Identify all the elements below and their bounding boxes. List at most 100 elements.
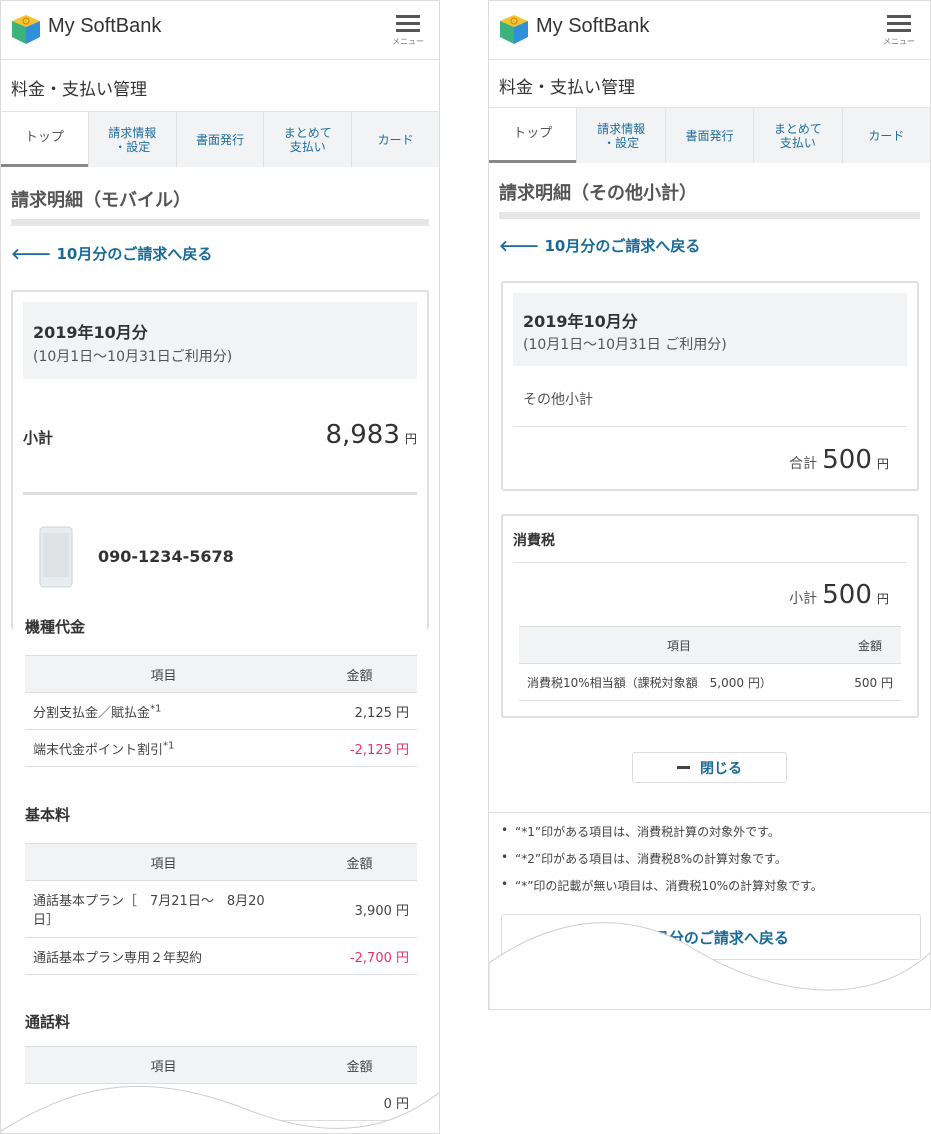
softbank-logo-icon [12, 15, 40, 44]
softbank-logo-icon [500, 15, 528, 44]
col-item: 項目 [25, 655, 302, 693]
menu-button[interactable]: メニュー [882, 11, 916, 47]
period-range: (10月1日～10月31日 ご利用分) [523, 337, 727, 353]
page-title: 請求明細（モバイル） [11, 190, 191, 211]
item-label: 通話基本プラン［ 7月21日～ 8月20日］ [33, 894, 265, 928]
tax-amount: 500 円 [839, 663, 901, 701]
tab-card[interactable]: カード [841, 108, 930, 163]
table-row: 通話基本プラン［ 7月21日～ 8月20日］ 3,900 円 [25, 880, 417, 938]
menu-button[interactable]: メニュー [391, 11, 425, 47]
phone-number: 090-1234-5678 [98, 547, 234, 566]
tab-documents[interactable]: 書面発行 [664, 108, 753, 163]
yen-unit: 円 [876, 592, 889, 606]
tab-combined-payment[interactable]: まとめて 支払い [263, 112, 351, 167]
section-title: 料金・支払い管理 [11, 80, 147, 100]
tab-top[interactable]: トップ [1, 112, 88, 167]
charge-amount: 2,125 円 [302, 692, 417, 730]
note-item: “*2”印がある項目は、消費税8%の計算対象です。 [499, 850, 823, 867]
subtotal-value: 8,983 円 [325, 420, 417, 450]
yen-unit: 円 [876, 457, 889, 471]
tab-bar: トップ 請求情報 ・設定 書面発行 まとめて 支払い カード [489, 107, 930, 163]
charge-section: 基本料 項目 金額 通話基本プラン［ 7月21日～ 8月20日］ 3,900 円通話基… [25, 804, 417, 975]
tab-billing-settings[interactable]: 請求情報 ・設定 [87, 112, 176, 167]
footnote-mark: *1 [150, 703, 162, 715]
item-label: 分割支払金／賦払金 [33, 705, 151, 721]
header-divider [1, 59, 439, 60]
col-amount: 金額 [302, 655, 417, 693]
notes-list: “*1”印がある項目は、消費税計算の対象外です。 “*2”印がある項目は、消費税… [499, 823, 823, 904]
tab-top[interactable]: トップ [489, 108, 577, 163]
bill-card: 2019年10月分 (10月1日～10月31日ご利用分) 小計 8,983 円 … [11, 290, 429, 630]
charge-table: 項目 金額 通話基本プラン［ 7月21日～ 8月20日］ 3,900 円通話基本プラン… [25, 843, 417, 975]
subtotal-amount: 8,983 [325, 420, 400, 450]
table-row: 消費税10%相当額（課税対象額 5,000 円） 500 円 [519, 663, 901, 701]
charge-amount: 3,900 円 [302, 880, 417, 938]
charge-item: 分割支払金／賦払金*1 [25, 692, 302, 730]
right-screen: My SoftBank メニュー 料金・支払い管理 トップ 請求情報 ・設定 書… [488, 0, 931, 1010]
minus-icon [677, 766, 690, 769]
item-label: 端末代金ポイント割引 [33, 742, 164, 758]
tax-subtotal-label: 小計 [789, 591, 818, 607]
period-box: 2019年10月分 (10月1日～10月31日 ご利用分) [513, 293, 907, 366]
table-row: 通話基本プラン専用２年契約 -2,700 円 [25, 937, 417, 975]
section-heading: 機種代金 [25, 618, 86, 636]
other-subtotal-label: その他小計 [523, 392, 593, 408]
tax-subtotal-amount: 500 [822, 580, 872, 610]
footnote-mark: *1 [163, 740, 175, 752]
arrow-left-icon: 🡐 [11, 245, 52, 263]
arrow-left-icon: 🡐 [499, 237, 540, 255]
section-heading: 基本料 [25, 806, 71, 824]
app-brand: My SoftBank [536, 15, 650, 37]
charge-section: 機種代金 項目 金額 分割支払金／賦払金*1 2,125 円端末代金ポイント割引*1-… [25, 616, 417, 767]
charge-item: 通話基本プラン専用２年契約 [25, 937, 302, 975]
page-cut-wave [489, 922, 930, 1009]
divider [513, 426, 907, 427]
close-button[interactable]: 閉じる [632, 752, 787, 783]
col-item: 項目 [519, 626, 839, 664]
charge-item: 通話基本プラン［ 7月21日～ 8月20日］ [25, 880, 302, 938]
back-link-label: 10月分のご請求へ戻る [56, 245, 213, 263]
tax-card: 消費税 小計 500 円 項目 金額 消費税10%相当額（課税対象額 5,000 … [501, 514, 919, 718]
back-link-label: 10月分のご請求へ戻る [544, 237, 701, 255]
app-brand: My SoftBank [48, 15, 162, 37]
menu-label: メニュー [883, 37, 915, 46]
title-underline [499, 212, 920, 219]
period: 2019年10月分 [523, 312, 638, 331]
table-row: 端末代金ポイント割引*1 -2,125 円 [25, 729, 417, 767]
total-label: 合計 [789, 456, 818, 472]
charge-item: 端末代金ポイント割引*1 [25, 729, 302, 767]
section-title: 料金・支払い管理 [499, 78, 635, 98]
left-screen: My SoftBank メニュー 料金・支払い管理 トップ 請求情報 ・設定 書… [0, 0, 440, 1134]
tab-documents[interactable]: 書面発行 [175, 112, 264, 167]
close-label: 閉じる [700, 760, 742, 777]
page-cut-wave [1, 1085, 439, 1133]
tax-item: 消費税10%相当額（課税対象額 5,000 円） [519, 663, 839, 701]
tax-subtotal-value: 小計 500 円 [789, 580, 889, 610]
menu-label: メニュー [392, 37, 424, 46]
header-divider [489, 59, 930, 60]
divider [23, 492, 417, 495]
back-link[interactable]: 🡐 10月分のご請求へ戻る [11, 243, 212, 264]
divider [513, 562, 907, 563]
charge-table: 項目 金額 分割支払金／賦払金*1 2,125 円端末代金ポイント割引*1 -2,125… [25, 655, 417, 767]
back-link[interactable]: 🡐 10月分のご請求へ戻る [499, 235, 700, 256]
total-value: 合計 500 円 [789, 445, 889, 475]
charge-amount: -2,125 円 [302, 729, 417, 767]
divider [489, 812, 930, 813]
period-box: 2019年10月分 (10月1日～10月31日ご利用分) [23, 302, 417, 379]
tax-table: 項目 金額 消費税10%相当額（課税対象額 5,000 円） 500 円 [519, 626, 901, 701]
col-item: 項目 [25, 843, 302, 881]
total-amount: 500 [822, 445, 872, 475]
tab-billing-settings[interactable]: 請求情報 ・設定 [576, 108, 664, 163]
tab-card[interactable]: カード [351, 112, 439, 167]
note-item: “*1”印がある項目は、消費税計算の対象外です。 [499, 823, 823, 840]
page-title: 請求明細（その他小計） [499, 183, 697, 204]
period-range: (10月1日～10月31日ご利用分) [33, 349, 233, 365]
table-row: 分割支払金／賦払金*1 2,125 円 [25, 692, 417, 730]
note-item: “*”印の記載が無い項目は、消費税10%の計算対象です。 [499, 877, 823, 894]
item-label: 通話基本プラン専用２年契約 [33, 950, 203, 966]
tab-combined-payment[interactable]: まとめて 支払い [753, 108, 841, 163]
tax-title: 消費税 [513, 533, 555, 549]
col-amount: 金額 [839, 626, 901, 664]
charge-amount: -2,700 円 [302, 937, 417, 975]
